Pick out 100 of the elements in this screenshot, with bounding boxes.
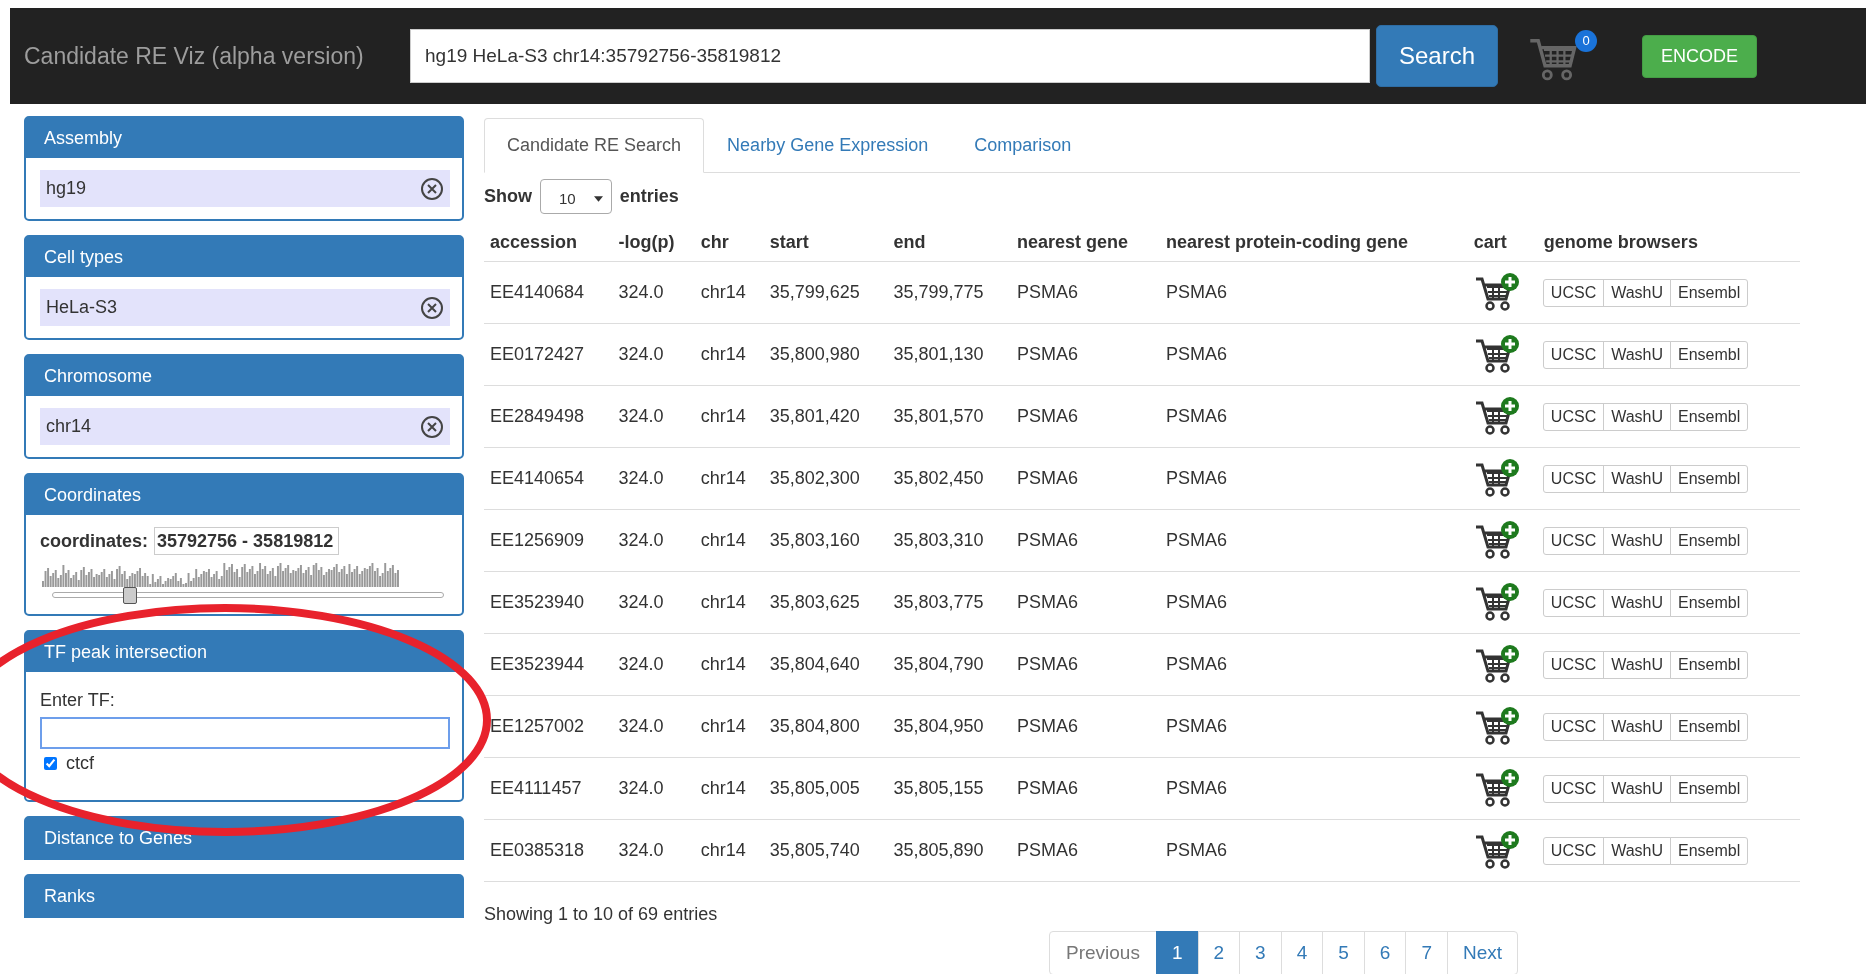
cart-count-badge: 0 [1575, 30, 1597, 52]
next-page-button[interactable]: Next [1446, 931, 1519, 974]
tf-checkbox[interactable] [44, 757, 57, 770]
table-cell: chr14 [694, 571, 764, 634]
tf-input-field[interactable] [40, 717, 450, 749]
panel-header[interactable]: Cell types [26, 237, 462, 277]
table-cell: 35,801,420 [763, 385, 888, 448]
genome-browser-button[interactable]: WashU [1603, 588, 1672, 617]
genome-browser-button[interactable]: UCSC [1542, 650, 1605, 679]
column-header[interactable]: nearest gene [1011, 224, 1160, 262]
add-to-cart-icon[interactable] [1473, 582, 1520, 623]
add-to-cart-icon[interactable] [1473, 520, 1520, 561]
clear-icon[interactable] [420, 295, 444, 320]
table-cell: 35,803,775 [887, 571, 1011, 634]
table-cell: EE3523940 [484, 571, 613, 634]
page-button[interactable]: 1 [1155, 931, 1199, 974]
search-button[interactable]: Search [1376, 25, 1498, 87]
coordinates-field[interactable]: 35792756 - 35819812 [154, 527, 340, 555]
genome-browser-button[interactable]: Ensembl [1670, 650, 1749, 679]
panel-header[interactable]: TF peak intersection [26, 632, 462, 672]
slider-handle[interactable] [122, 587, 137, 604]
genome-browser-button[interactable]: WashU [1603, 402, 1672, 431]
genome-browser-button[interactable]: UCSC [1542, 526, 1605, 555]
genome-browser-button[interactable]: WashU [1603, 464, 1672, 493]
range-slider[interactable] [52, 587, 444, 604]
table-cell: 35,803,310 [887, 509, 1011, 572]
genome-browser-button[interactable]: UCSC [1542, 402, 1605, 431]
table-cell: 324.0 [612, 695, 695, 758]
table-cell: PSMA6 [1160, 261, 1468, 324]
panel-header[interactable]: Ranks [26, 876, 462, 916]
search-field[interactable]: hg19 HeLa-S3 chr14:35792756-35819812 [410, 29, 1370, 83]
selected-value-field[interactable]: HeLa-S3 [40, 289, 450, 326]
genome-browser-button[interactable]: Ensembl [1670, 278, 1749, 307]
genome-browser-button[interactable]: WashU [1603, 774, 1672, 803]
genome-browser-button[interactable]: Ensembl [1670, 712, 1749, 741]
table-cell: PSMA6 [1160, 633, 1468, 696]
page-button[interactable]: 2 [1197, 931, 1241, 974]
table-cell: 324.0 [612, 447, 695, 510]
genome-browser-button[interactable]: WashU [1603, 836, 1672, 865]
table-cell: 324.0 [612, 261, 695, 324]
genome-browser-button[interactable]: WashU [1603, 340, 1672, 369]
table-cell: 35,802,450 [887, 447, 1011, 510]
table-cell: 35,799,775 [887, 261, 1011, 324]
add-to-cart-icon[interactable] [1473, 334, 1520, 375]
genome-browser-button[interactable]: WashU [1603, 650, 1672, 679]
add-to-cart-icon[interactable] [1473, 458, 1520, 499]
genome-browser-button[interactable]: UCSC [1542, 774, 1605, 803]
panel-header[interactable]: Coordinates [26, 475, 462, 515]
tab[interactable]: Comparison [951, 118, 1095, 173]
genome-browser-button[interactable]: Ensembl [1670, 588, 1749, 617]
genome-browser-button[interactable]: Ensembl [1670, 836, 1749, 865]
genome-browser-button[interactable]: UCSC [1542, 712, 1605, 741]
column-header[interactable]: start [763, 224, 888, 262]
genome-browser-button[interactable]: UCSC [1542, 278, 1605, 307]
genome-browser-button[interactable]: Ensembl [1670, 402, 1749, 431]
tab[interactable]: Candidate RE Search [484, 118, 705, 173]
table-cell: 324.0 [612, 571, 695, 634]
table-cell: 324.0 [612, 323, 695, 386]
column-header[interactable]: genome browsers [1537, 224, 1800, 262]
table-cell: 35,805,155 [887, 757, 1011, 820]
panel-header[interactable]: Assembly [26, 118, 462, 158]
genome-browser-button[interactable]: Ensembl [1670, 774, 1749, 803]
add-to-cart-icon[interactable] [1473, 768, 1520, 809]
column-header[interactable]: chr [694, 224, 764, 262]
table-cell: 324.0 [612, 633, 695, 696]
cart-icon[interactable] [1528, 36, 1578, 82]
panel-header[interactable]: Chromosome [26, 356, 462, 396]
genome-browser-button[interactable]: WashU [1603, 712, 1672, 741]
column-header[interactable]: -log(p) [612, 224, 695, 262]
genome-browser-button[interactable]: UCSC [1542, 836, 1605, 865]
genome-browser-button[interactable]: UCSC [1542, 464, 1605, 493]
add-to-cart-icon[interactable] [1473, 830, 1520, 871]
add-to-cart-icon[interactable] [1473, 396, 1520, 437]
column-header[interactable]: end [887, 224, 1011, 262]
table-cell: 35,804,790 [887, 633, 1011, 696]
tf-label: Enter TF: [40, 690, 115, 711]
genome-browser-button[interactable]: WashU [1603, 278, 1672, 307]
table-cell: 35,805,740 [763, 819, 888, 882]
genome-browser-button[interactable]: WashU [1603, 526, 1672, 555]
genome-browser-button[interactable]: Ensembl [1670, 464, 1749, 493]
add-to-cart-icon[interactable] [1473, 272, 1520, 313]
genome-browser-button[interactable]: UCSC [1542, 588, 1605, 617]
table-cell: PSMA6 [1011, 385, 1160, 448]
column-header[interactable]: cart [1467, 224, 1538, 262]
table-cell: chr14 [694, 509, 764, 572]
genome-browser-button[interactable]: Ensembl [1670, 526, 1749, 555]
entries-dropdown[interactable]: 10 [540, 179, 612, 214]
tab[interactable]: Nearby Gene Expression [704, 118, 952, 173]
genome-browser-button[interactable]: Ensembl [1670, 340, 1749, 369]
selected-value-field[interactable]: hg19 [40, 170, 450, 207]
genome-browser-button[interactable]: UCSC [1542, 340, 1605, 369]
column-header[interactable]: nearest protein-coding gene [1160, 224, 1468, 262]
clear-icon[interactable] [420, 414, 444, 439]
table-cell: PSMA6 [1160, 509, 1468, 572]
table-cell: chr14 [694, 323, 764, 386]
selected-value-field[interactable]: chr14 [40, 408, 450, 445]
column-header[interactable]: accession [484, 224, 613, 262]
clear-icon[interactable] [420, 176, 444, 201]
add-to-cart-icon[interactable] [1473, 706, 1520, 747]
add-to-cart-icon[interactable] [1473, 644, 1520, 685]
